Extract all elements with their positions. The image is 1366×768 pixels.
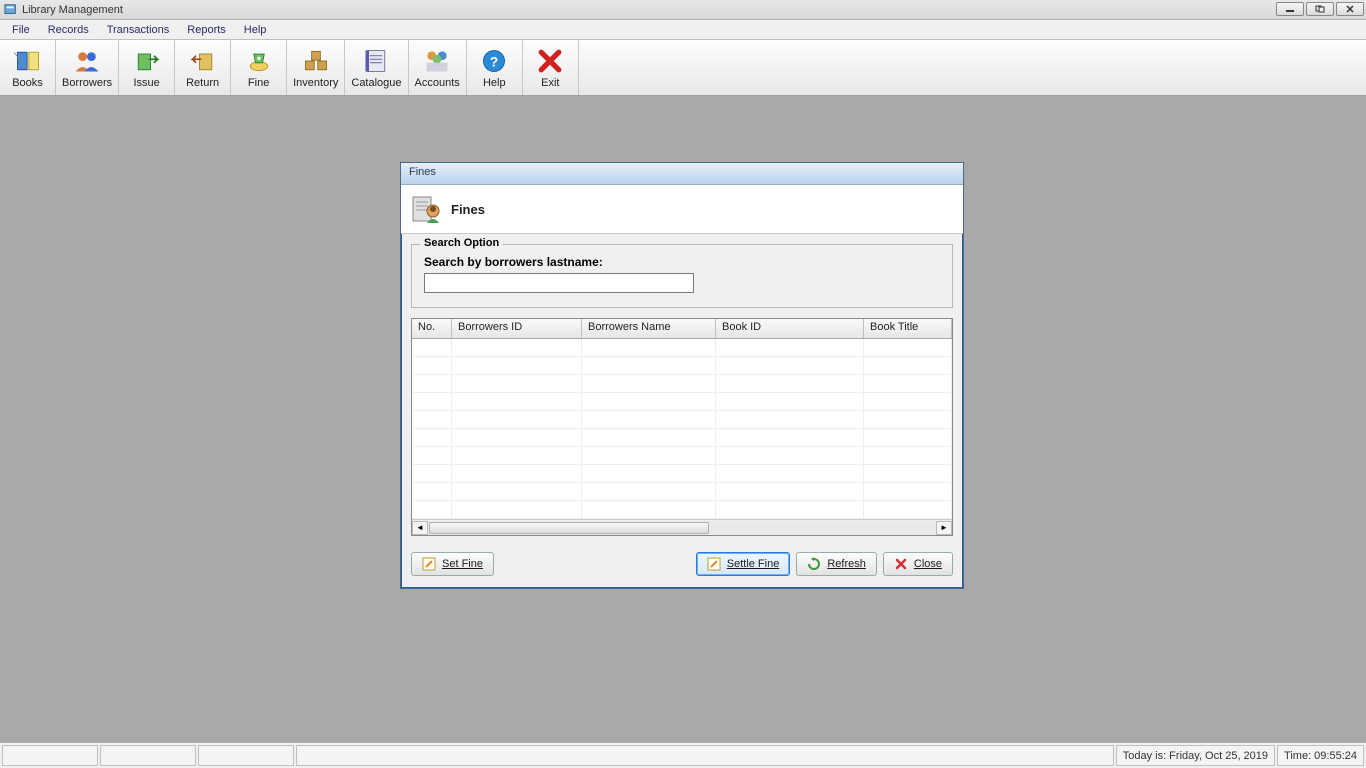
toolbar-borrowers[interactable]: Borrowers — [56, 40, 119, 95]
minimize-button[interactable] — [1276, 2, 1304, 16]
toolbar-books[interactable]: Books — [0, 40, 56, 95]
app-icon — [4, 3, 18, 17]
toolbar-label: Exit — [541, 77, 559, 89]
scroll-track[interactable] — [428, 521, 936, 535]
settle-fine-button[interactable]: Settle Fine — [696, 552, 791, 576]
dialog-body: Search Option Search by borrowers lastna… — [401, 234, 963, 544]
money-icon — [245, 47, 273, 75]
toolbar-fine[interactable]: Fine — [231, 40, 287, 95]
fines-dialog: Fines Fines Search Option Search by borr… — [400, 162, 964, 589]
svg-text:?: ? — [490, 53, 499, 69]
search-input[interactable] — [424, 273, 694, 293]
toolbar-accounts[interactable]: Accounts — [409, 40, 467, 95]
status-bar: Today is: Friday, Oct 25, 2019 Time: 09:… — [0, 742, 1366, 768]
dialog-footer: Set Fine Settle Fine Refresh Close — [401, 544, 963, 588]
grid-body[interactable] — [412, 339, 952, 519]
toolbar-label: Catalogue — [351, 77, 401, 89]
app-title: Library Management — [22, 4, 123, 16]
toolbar-label: Issue — [133, 77, 159, 89]
menu-file[interactable]: File — [4, 22, 38, 38]
scroll-thumb[interactable] — [429, 522, 709, 534]
status-today: Today is: Friday, Oct 25, 2019 — [1116, 745, 1275, 766]
col-book-id[interactable]: Book ID — [716, 319, 864, 338]
edit-icon — [707, 557, 721, 571]
toolbar: Books Borrowers Issue Return Fine Invent… — [0, 40, 1366, 96]
dialog-titlebar[interactable]: Fines — [401, 163, 963, 185]
boxes-icon — [302, 47, 330, 75]
button-label: Refresh — [827, 558, 866, 570]
button-label: Settle Fine — [727, 558, 780, 570]
dialog-header-title: Fines — [451, 202, 485, 217]
menu-bar: File Records Transactions Reports Help — [0, 20, 1366, 40]
menu-records[interactable]: Records — [40, 22, 97, 38]
status-panel-1 — [2, 745, 98, 766]
issue-icon — [133, 47, 161, 75]
scroll-right-arrow[interactable]: ► — [936, 521, 952, 535]
close-button[interactable] — [1336, 2, 1364, 16]
accounts-icon — [423, 47, 451, 75]
people-icon — [73, 47, 101, 75]
grid-header: No. Borrowers ID Borrowers Name Book ID … — [412, 319, 952, 339]
toolbar-label: Help — [483, 77, 506, 89]
col-borrowers-name[interactable]: Borrowers Name — [582, 319, 716, 338]
exit-icon — [536, 47, 564, 75]
mdi-workspace: Fines Fines Search Option Search by borr… — [0, 96, 1366, 742]
set-fine-button[interactable]: Set Fine — [411, 552, 494, 576]
catalogue-icon — [362, 47, 390, 75]
status-panel-spacer — [296, 745, 1114, 766]
return-icon — [189, 47, 217, 75]
toolbar-help[interactable]: ? Help — [467, 40, 523, 95]
toolbar-label: Borrowers — [62, 77, 112, 89]
maximize-button[interactable] — [1306, 2, 1334, 16]
fines-grid: No. Borrowers ID Borrowers Name Book ID … — [411, 318, 953, 536]
refresh-icon — [807, 557, 821, 571]
help-icon: ? — [480, 47, 508, 75]
menu-help[interactable]: Help — [236, 22, 275, 38]
toolbar-label: Accounts — [415, 77, 460, 89]
toolbar-issue[interactable]: Issue — [119, 40, 175, 95]
close-icon — [894, 557, 908, 571]
dialog-header: Fines — [401, 185, 963, 234]
edit-icon — [422, 557, 436, 571]
toolbar-return[interactable]: Return — [175, 40, 231, 95]
title-bar: Library Management — [0, 0, 1366, 20]
fines-person-icon — [411, 193, 443, 225]
toolbar-label: Books — [12, 77, 43, 89]
toolbar-exit[interactable]: Exit — [523, 40, 579, 95]
toolbar-inventory[interactable]: Inventory — [287, 40, 345, 95]
menu-reports[interactable]: Reports — [179, 22, 234, 38]
book-icon — [14, 47, 42, 75]
toolbar-catalogue[interactable]: Catalogue — [345, 40, 408, 95]
search-option-group: Search Option Search by borrowers lastna… — [411, 244, 953, 308]
col-no[interactable]: No. — [412, 319, 452, 338]
menu-transactions[interactable]: Transactions — [99, 22, 178, 38]
status-panel-2 — [100, 745, 196, 766]
window-controls — [1276, 2, 1364, 16]
search-option-legend: Search Option — [420, 237, 503, 249]
grid-horizontal-scrollbar[interactable]: ◄ ► — [412, 519, 952, 535]
refresh-button[interactable]: Refresh — [796, 552, 877, 576]
search-label: Search by borrowers lastname: — [424, 255, 940, 269]
toolbar-label: Return — [186, 77, 219, 89]
button-label: Close — [914, 558, 942, 570]
close-button[interactable]: Close — [883, 552, 953, 576]
toolbar-label: Inventory — [293, 77, 338, 89]
col-borrowers-id[interactable]: Borrowers ID — [452, 319, 582, 338]
toolbar-label: Fine — [248, 77, 269, 89]
status-panel-3 — [198, 745, 294, 766]
scroll-left-arrow[interactable]: ◄ — [412, 521, 428, 535]
status-time: Time: 09:55:24 — [1277, 745, 1364, 766]
col-book-title[interactable]: Book Title — [864, 319, 952, 338]
button-label: Set Fine — [442, 558, 483, 570]
